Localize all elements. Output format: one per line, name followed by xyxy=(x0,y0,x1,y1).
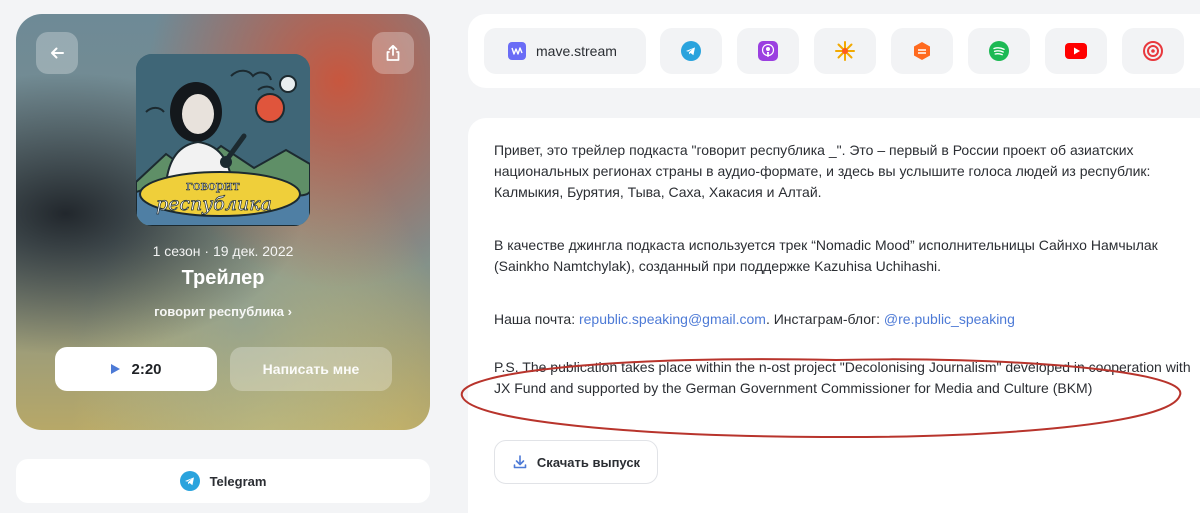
platforms-bar: mave.stream xyxy=(468,14,1200,88)
description-paragraph-2: В качестве джингла подкаста используется… xyxy=(494,237,1158,274)
back-button[interactable] xyxy=(36,32,78,74)
description-paragraph-ps: P.S. The publication takes place within … xyxy=(494,359,1191,396)
spotify-icon xyxy=(989,41,1009,61)
cover-logo-line1: говорит xyxy=(186,179,240,194)
play-icon xyxy=(111,364,121,374)
email-prefix: Наша почта: xyxy=(494,311,579,327)
duration-label: 2:20 xyxy=(131,360,162,378)
instagram-prefix: . Инстаграм-блог: xyxy=(765,311,884,327)
share-button[interactable] xyxy=(372,32,414,74)
show-link[interactable]: говорит республика › xyxy=(16,304,430,319)
zvuk-icon xyxy=(914,42,930,60)
mave-stream-button[interactable]: mave.stream xyxy=(484,28,646,74)
contacts-paragraph: Наша почта: republic.speaking@gmail.com.… xyxy=(494,309,1200,330)
platform-zvuk[interactable] xyxy=(891,28,953,74)
platform-apple-podcasts[interactable] xyxy=(737,28,799,74)
apple-podcasts-icon xyxy=(758,41,778,61)
episode-description: Привет, это трейлер подкаста "говорит ре… xyxy=(468,118,1200,513)
description-paragraph-1: Привет, это трейлер подкаста "говорит ре… xyxy=(494,142,1151,200)
download-icon xyxy=(513,455,527,469)
telegram-icon xyxy=(681,41,701,61)
episode-card: говорит республика 1 сезон · 19 дек. 202… xyxy=(16,14,430,430)
download-label: Скачать выпуск xyxy=(536,454,641,470)
instagram-link[interactable]: @re.public_speaking xyxy=(884,311,1015,327)
share-icon xyxy=(386,44,400,61)
platform-spotify[interactable] xyxy=(968,28,1030,74)
platform-telegram[interactable] xyxy=(660,28,722,74)
platform-yandex-music[interactable] xyxy=(814,28,876,74)
telegram-icon xyxy=(179,471,200,491)
show-name: говорит республика xyxy=(154,304,284,319)
podcast-cover: говорит республика xyxy=(136,54,310,226)
chevron-right-icon: › xyxy=(287,304,292,319)
telegram-label: Telegram xyxy=(209,473,267,489)
platform-youtube[interactable] xyxy=(1045,28,1107,74)
arrow-left-icon xyxy=(51,47,64,59)
message-button[interactable]: Написать мне xyxy=(230,347,392,391)
mave-icon xyxy=(508,42,526,60)
cover-logo-line2: республика xyxy=(156,193,272,215)
castbox-icon xyxy=(1143,41,1163,61)
telegram-link[interactable]: Telegram xyxy=(16,459,430,503)
mave-label: mave.stream xyxy=(536,43,617,59)
youtube-icon xyxy=(1065,43,1087,59)
yandex-music-icon xyxy=(835,41,855,61)
play-button[interactable]: 2:20 xyxy=(55,347,217,391)
email-link[interactable]: republic.speaking@gmail.com xyxy=(579,311,766,327)
platform-castbox[interactable] xyxy=(1122,28,1184,74)
season-date: 1 сезон · 19 дек. 2022 xyxy=(152,243,294,259)
episode-title: Трейлер xyxy=(181,267,265,289)
download-button[interactable]: Скачать выпуск xyxy=(494,440,658,484)
